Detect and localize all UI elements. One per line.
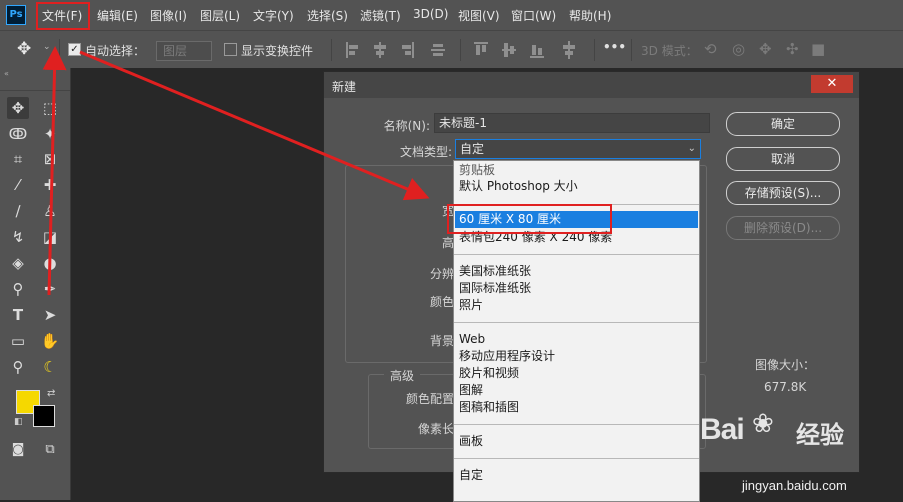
arrow-up-to-file-menu <box>42 46 67 296</box>
arrow-to-dropdown <box>79 50 430 201</box>
annotation-arrows <box>42 46 430 296</box>
